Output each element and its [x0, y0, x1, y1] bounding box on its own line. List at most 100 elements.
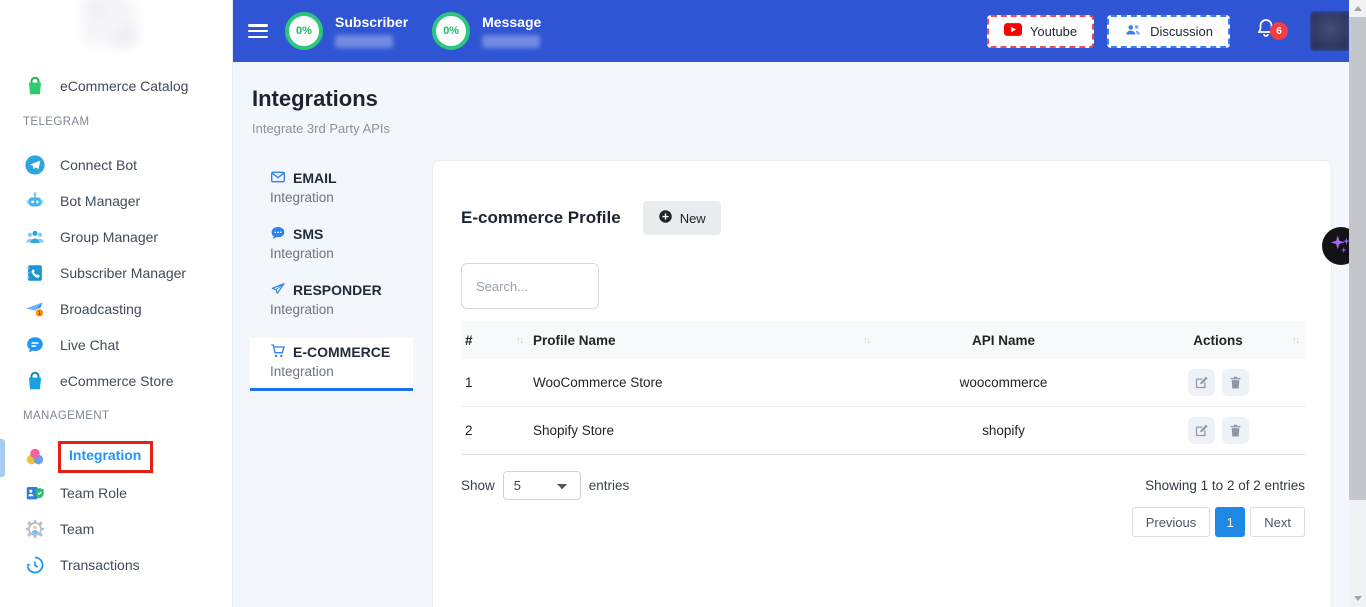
subscriber-stat-label: Subscriber [335, 15, 408, 30]
sidebar-item-subscriber-manager[interactable]: Subscriber Manager [0, 258, 232, 288]
sort-icon[interactable]: ↑↓ [1292, 335, 1299, 345]
discussion-button-label: Discussion [1150, 24, 1213, 39]
edit-button[interactable] [1188, 417, 1215, 444]
tab-subtitle: Integration [270, 246, 413, 261]
tab-subtitle: Integration [270, 190, 413, 205]
management-items: Integration Team Role Team [0, 442, 232, 580]
page-title: Integrations [252, 86, 390, 112]
youtube-icon [1004, 23, 1022, 39]
delete-button[interactable] [1222, 417, 1249, 444]
profiles-table: # ↑↓ Profile Name ↑↓ API Name Actions ↑↓ [461, 321, 1305, 455]
telegram-items: Connect Bot Bot Manager Group Manager [0, 150, 232, 396]
scrollbar-thumb[interactable] [1349, 17, 1366, 500]
notifications-button[interactable]: 6 [1254, 16, 1280, 46]
notification-count-badge: 6 [1270, 22, 1288, 40]
message-count-blurred [482, 35, 540, 48]
sidebar-item-integration[interactable]: Integration [0, 442, 232, 472]
top-header: 0% Subscriber 0% Message Youtube Di [233, 0, 1366, 62]
sidebar-item-label: Group Manager [60, 229, 158, 245]
integration-circles-icon [24, 446, 46, 468]
plus-circle-icon [658, 209, 673, 227]
subscriber-progress-ring: 0% [285, 12, 323, 50]
page-1-button[interactable]: 1 [1215, 507, 1245, 537]
tab-title: SMS [293, 226, 323, 242]
subscriber-count-blurred [335, 35, 393, 48]
sidebar-item-ecommerce-catalog[interactable]: eCommerce Catalog [0, 70, 232, 102]
pagination: Previous 1 Next [461, 507, 1305, 537]
sidebar-item-connect-bot[interactable]: Connect Bot [0, 150, 232, 180]
entries-label: entries [589, 478, 630, 493]
sidebar-item-label: Integration [69, 447, 141, 463]
tab-ecommerce-integration[interactable]: E-COMMERCE Integration [250, 338, 413, 391]
sort-icon[interactable]: ↑↓ [516, 335, 523, 345]
cell-number: 1 [461, 359, 529, 406]
message-progress-ring: 0% [432, 12, 470, 50]
tab-sms-integration[interactable]: SMS Integration [250, 226, 413, 262]
previous-page-button[interactable]: Previous [1132, 507, 1211, 537]
sms-bubble-icon [270, 225, 286, 244]
youtube-button-label: Youtube [1030, 24, 1077, 39]
sidebar-item-label: Transactions [60, 557, 140, 573]
table-row: 1 WooCommerce Store woocommerce [461, 359, 1305, 407]
new-profile-button[interactable]: New [643, 201, 721, 235]
tab-title: RESPONDER [293, 282, 382, 298]
table-footer: Show 5 entries Showing 1 to 2 of 2 entri… [461, 471, 1305, 500]
cell-actions [1131, 407, 1305, 454]
tab-responder-integration[interactable]: RESPONDER Integration [250, 282, 413, 318]
sidebar-item-label: eCommerce Store [60, 373, 174, 389]
robot-icon [24, 190, 46, 212]
delete-button[interactable] [1222, 369, 1249, 396]
edit-button[interactable] [1188, 369, 1215, 396]
page-header: Integrations Integrate 3rd Party APIs [252, 86, 390, 136]
gear-person-icon [24, 518, 46, 540]
sidebar-item-team[interactable]: Team [0, 514, 232, 544]
sidebar-item-label: Subscriber Manager [60, 265, 186, 281]
tab-title: EMAIL [293, 170, 337, 186]
youtube-button[interactable]: Youtube [987, 15, 1094, 48]
next-page-button[interactable]: Next [1250, 507, 1305, 537]
app-root: eCommerce Catalog TELEGRAM Connect Bot B… [0, 0, 1366, 607]
sidebar-item-bot-manager[interactable]: Bot Manager [0, 186, 232, 216]
sidebar-item-live-chat[interactable]: Live Chat [0, 330, 232, 360]
cell-api-name: shopify [876, 407, 1131, 454]
annotation-highlight-box: Integration [58, 441, 153, 473]
paper-plane-icon [270, 281, 286, 300]
page-size-select[interactable]: 5 [503, 471, 581, 500]
header-cell-profile-name[interactable]: Profile Name ↑↓ [529, 321, 876, 359]
scrollbar-down-arrow[interactable] [1349, 590, 1366, 607]
tab-subtitle: Integration [270, 364, 413, 379]
sidebar-item-group-manager[interactable]: Group Manager [0, 222, 232, 252]
main-content: Integrations Integrate 3rd Party APIs EM… [233, 62, 1349, 607]
scrollbar-up-arrow[interactable] [1349, 0, 1366, 17]
tab-email-integration[interactable]: EMAIL Integration [250, 170, 413, 206]
cell-api-name: woocommerce [876, 359, 1131, 406]
sidebar-item-ecommerce-store[interactable]: eCommerce Store [0, 366, 232, 396]
sidebar-item-broadcasting[interactable]: 1 Broadcasting [0, 294, 232, 324]
sidebar-item-label: Team Role [60, 485, 127, 501]
cell-profile-name: WooCommerce Store [529, 359, 876, 406]
cell-profile-name: Shopify Store [529, 407, 876, 454]
discussion-button[interactable]: Discussion [1107, 15, 1230, 48]
sidebar-item-label: Connect Bot [60, 157, 137, 173]
showing-entries-text: Showing 1 to 2 of 2 entries [1145, 478, 1305, 493]
panel-header: E-commerce Profile New [461, 201, 1303, 235]
cell-actions [1131, 359, 1305, 406]
integration-subnav: EMAIL Integration SMS Integration RESPON… [250, 170, 413, 391]
header-cell-api-name[interactable]: API Name [876, 321, 1131, 359]
transactions-history-icon [24, 554, 46, 576]
sidebar-item-label: Live Chat [60, 337, 119, 353]
discussion-users-icon [1124, 21, 1142, 42]
header-cell-actions: Actions ↑↓ [1131, 321, 1305, 359]
sort-icon[interactable]: ↑↓ [863, 335, 870, 345]
app-logo-blurred [84, 0, 136, 46]
hamburger-menu-icon[interactable] [248, 24, 268, 38]
sidebar-item-team-role[interactable]: Team Role [0, 478, 232, 508]
search-input[interactable] [461, 263, 599, 309]
show-label: Show [461, 478, 495, 493]
sidebar-item-transactions[interactable]: Transactions [0, 550, 232, 580]
contact-book-icon [24, 262, 46, 284]
sidebar-item-label: eCommerce Catalog [60, 78, 188, 94]
header-cell-number[interactable]: # ↑↓ [461, 321, 529, 359]
broadcast-plane-icon: 1 [24, 298, 46, 320]
user-avatar[interactable] [1310, 11, 1350, 51]
